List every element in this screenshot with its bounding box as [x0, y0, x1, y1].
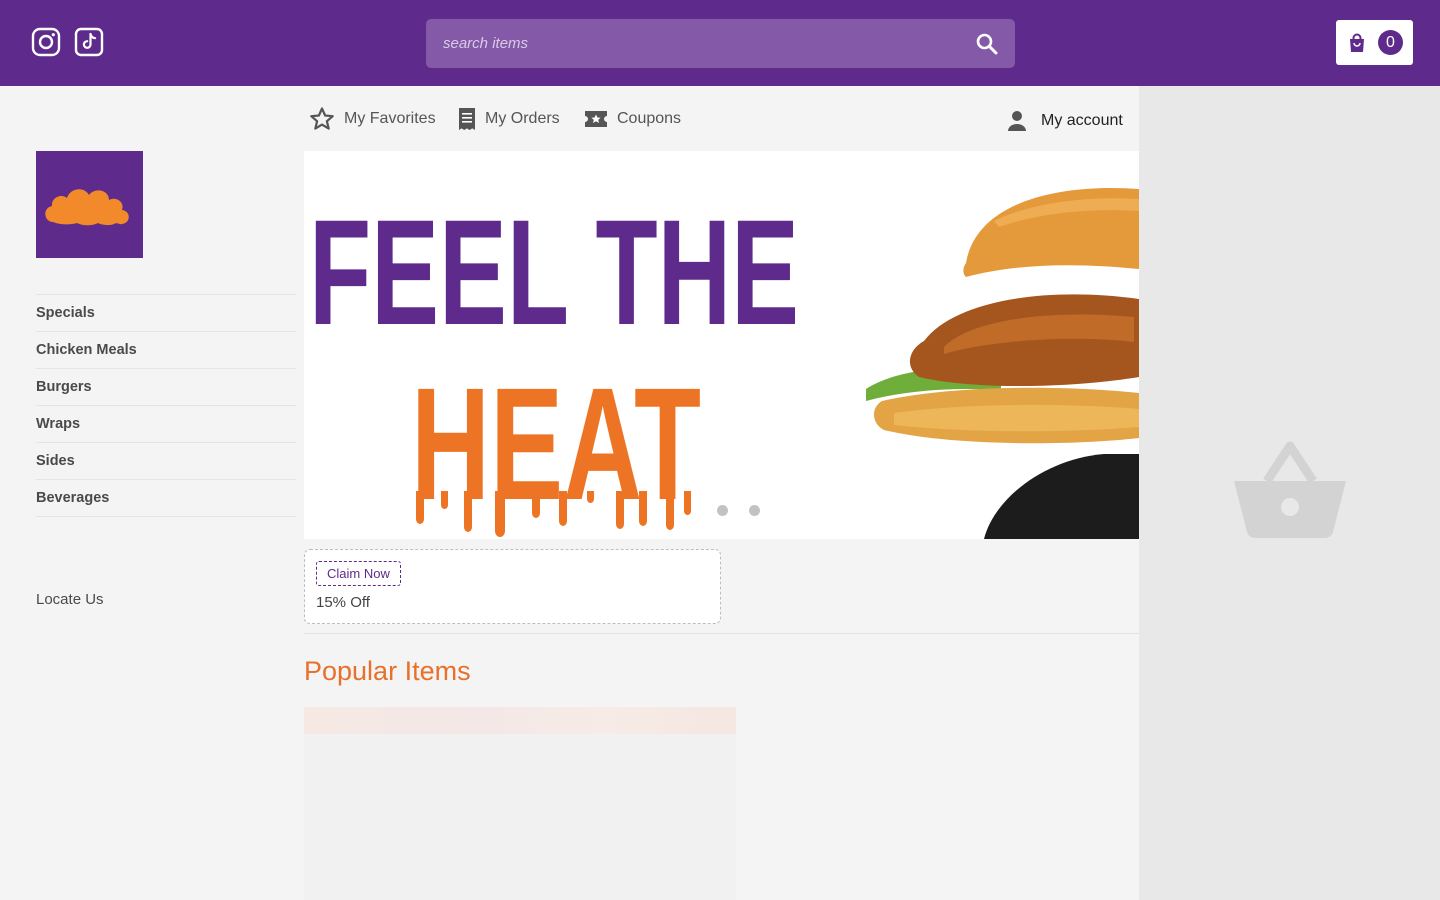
carousel-dot-2[interactable]	[749, 505, 760, 516]
cloud-logo-icon	[44, 188, 129, 225]
menu-item-burgers[interactable]: Burgers	[36, 369, 296, 406]
account-nav: My Favorites My Orders Coupons My accoun…	[304, 86, 1139, 151]
menu-item-specials[interactable]: Specials	[36, 295, 296, 332]
my-account-link[interactable]: My account	[1007, 108, 1123, 134]
search-input[interactable]	[426, 19, 959, 68]
my-account-label: My account	[1041, 112, 1123, 129]
coupon-discount-text: 15% Off	[316, 594, 370, 611]
menu-item-sides[interactable]: Sides	[36, 443, 296, 480]
brand-logo[interactable]	[36, 151, 143, 258]
banner-artwork: FEEL THE HEAT	[309, 187, 1139, 539]
locate-us-link[interactable]: Locate Us	[36, 591, 104, 608]
my-favorites-link[interactable]: My Favorites	[309, 106, 436, 132]
my-orders-link[interactable]: My Orders	[458, 106, 560, 132]
my-orders-label: My Orders	[485, 110, 560, 127]
chicken-sandwich-image	[866, 187, 1139, 539]
tiktok-icon[interactable]	[74, 27, 104, 57]
banner-headline-line1: FEEL THE	[309, 188, 799, 356]
search-icon	[976, 33, 998, 54]
cart-count-badge: 0	[1378, 30, 1403, 55]
promo-banner[interactable]: FEEL THE HEAT	[304, 151, 1139, 539]
search-button[interactable]	[959, 19, 1015, 68]
user-icon	[1008, 111, 1026, 131]
my-favorites-label: My Favorites	[344, 110, 436, 127]
receipt-icon	[459, 108, 475, 130]
popular-item-card[interactable]	[304, 707, 736, 900]
item-image-placeholder	[304, 707, 736, 734]
star-icon	[310, 107, 334, 130]
category-menu: Specials Chicken Meals Burgers Wraps Sid…	[36, 294, 296, 517]
top-bar: 0	[0, 0, 1440, 86]
menu-item-wraps[interactable]: Wraps	[36, 406, 296, 443]
instagram-icon[interactable]	[31, 27, 61, 57]
shopping-bag-icon	[1350, 33, 1364, 52]
menu-item-beverages[interactable]: Beverages	[36, 480, 296, 517]
banner-headline-line2: HEAT	[411, 354, 701, 533]
search-bar	[426, 19, 1015, 68]
section-divider	[304, 633, 1139, 634]
popular-items-title: Popular Items	[304, 656, 471, 686]
ticket-icon	[585, 111, 607, 127]
claim-now-button[interactable]: Claim Now	[316, 561, 401, 586]
carousel-dot-1[interactable]	[717, 505, 728, 516]
coupon-card: Claim Now 15% Off	[304, 549, 721, 624]
menu-item-chicken-meals[interactable]: Chicken Meals	[36, 332, 296, 369]
empty-basket-icon	[1234, 441, 1346, 539]
coupons-link[interactable]: Coupons	[584, 106, 681, 132]
cart-button[interactable]: 0	[1336, 20, 1413, 65]
coupons-label: Coupons	[617, 110, 682, 127]
cart-panel	[1139, 86, 1440, 900]
